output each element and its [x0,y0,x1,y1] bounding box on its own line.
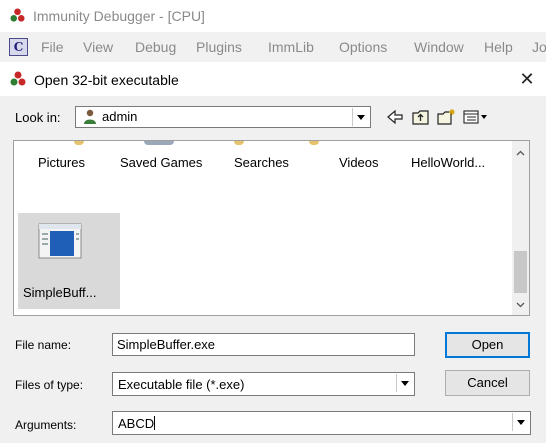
immunity-logo-icon [10,8,25,22]
close-icon[interactable]: ✕ [516,68,538,90]
back-arrow-icon[interactable] [384,107,406,127]
user-folder-icon [84,109,96,124]
file-list[interactable]: Pictures Saved Games Searches Videos Hel… [13,140,530,316]
up-folder-icon[interactable] [410,107,432,127]
list-item-selected-file[interactable]: SimpleBuff... [18,213,120,309]
menu-plugins[interactable]: Plugins [196,39,242,55]
menu-file[interactable]: File [41,39,64,55]
file-type-label: Files of type: [15,378,84,392]
executable-file-icon [38,223,82,259]
menu-debug[interactable]: Debug [135,39,176,55]
menu-options[interactable]: Options [339,39,387,55]
look-in-value: admin [102,109,138,124]
view-menu-icon[interactable] [462,107,490,127]
new-folder-icon[interactable] [436,107,458,127]
file-type-value: Executable file (*.exe) [118,377,245,392]
app-menubar: C File View Debug Plugins ImmLib Options… [0,32,546,62]
chevron-down-icon[interactable] [352,108,369,126]
list-item-pictures[interactable]: Pictures [38,155,85,170]
open-file-dialog: Look in: admin Pictures Saved Games Sear… [0,96,546,443]
file-name-label: SimpleBuff... [23,285,97,300]
dialog-title: Open 32-bit executable [34,72,179,88]
chevron-down-icon[interactable] [512,413,529,431]
folder-icon [234,141,244,145]
menu-help[interactable]: Help [484,39,513,55]
menu-jobs[interactable]: Jo [532,39,546,55]
arguments-label: Arguments: [15,418,77,432]
app-title: Immunity Debugger - [CPU] [33,8,205,24]
list-item-helloworld[interactable]: HelloWorld... [411,155,485,170]
list-item-searches[interactable]: Searches [234,155,289,170]
chevron-down-icon[interactable] [516,300,525,309]
chevron-up-icon[interactable] [516,149,525,158]
file-name-field[interactable]: SimpleBuffer.exe [112,333,415,356]
menu-window[interactable]: Window [414,39,464,55]
look-in-select[interactable]: admin [75,106,371,128]
menu-view[interactable]: View [83,39,113,55]
scrollbar-thumb[interactable] [514,251,527,293]
arguments-field[interactable]: ABCD [112,411,531,435]
folder-icon [309,141,319,145]
file-type-select[interactable]: Executable file (*.exe) [112,372,415,396]
dialog-titlebar: Open 32-bit executable ✕ [0,62,546,96]
file-name-label: File name: [15,338,72,352]
list-item-saved-games[interactable]: Saved Games [120,155,202,170]
cancel-button[interactable]: Cancel [445,370,530,396]
menu-immlib[interactable]: ImmLib [268,39,314,55]
arguments-value: ABCD [118,416,156,431]
immunity-logo-icon [10,71,26,86]
cpu-window-icon[interactable]: C [9,38,28,56]
app-titlebar: Immunity Debugger - [CPU] [0,0,546,30]
vertical-scrollbar[interactable] [512,141,529,315]
text-caret [154,416,156,430]
folder-icon [144,141,174,145]
look-in-label: Look in: [15,110,61,125]
open-button[interactable]: Open [445,332,530,358]
list-item-videos[interactable]: Videos [339,155,379,170]
folder-icon [74,141,84,145]
chevron-down-icon[interactable] [396,374,413,392]
